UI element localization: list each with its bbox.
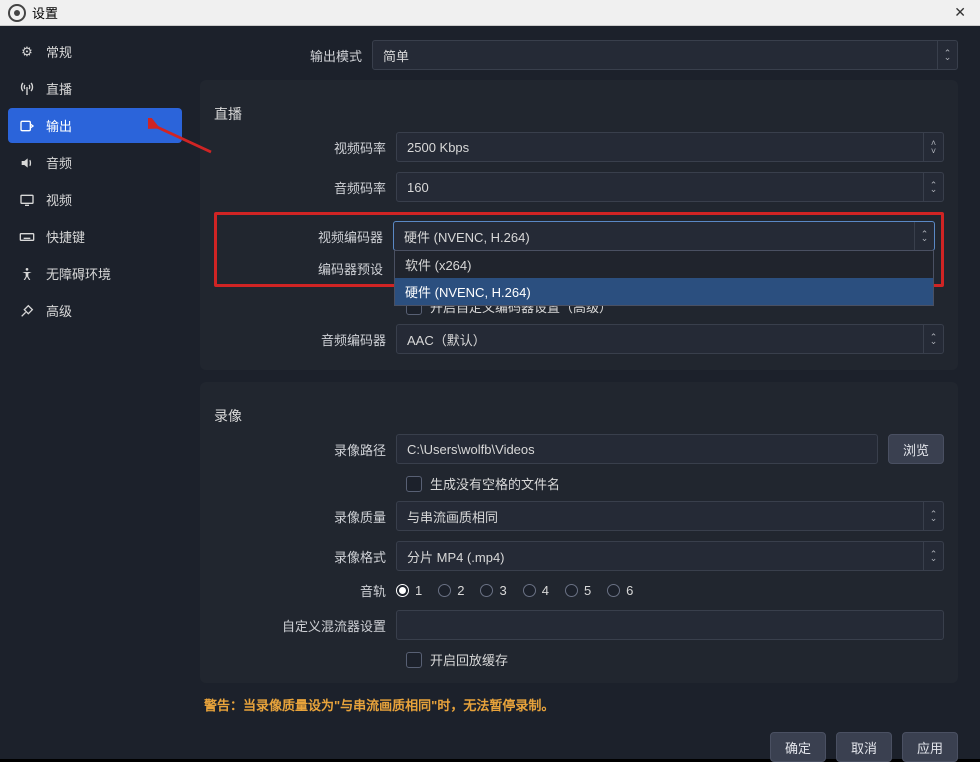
label-encoder-preset: 编码器预设: [223, 259, 393, 278]
apply-button[interactable]: 应用: [902, 732, 958, 762]
sidebar-item-label: 快捷键: [46, 227, 85, 246]
sidebar-item-label: 视频: [46, 190, 72, 209]
combo-audio-bitrate[interactable]: 160: [396, 172, 944, 202]
section-recording: 录像 录像路径 C:\Users\wolfb\Videos 浏览 生成没有空格的…: [200, 382, 958, 683]
ok-button[interactable]: 确定: [770, 732, 826, 762]
sidebar-item-label: 常规: [46, 42, 72, 61]
warning-text: 警告：当录像质量设为"与串流画质相同"时，无法暂停录制。: [204, 695, 958, 714]
label-record-format: 录像格式: [214, 547, 396, 566]
arrow-down-icon[interactable]: ˅: [931, 147, 936, 155]
window-title: 设置: [32, 3, 58, 22]
combo-value: AAC（默认）: [407, 330, 486, 349]
content: 输出模式 简单 直播 视频码率 2500 Kbps ˄˅: [190, 26, 980, 759]
cancel-button[interactable]: 取消: [836, 732, 892, 762]
checkbox-no-space[interactable]: [406, 476, 422, 492]
updown-icon: [923, 502, 943, 530]
radio-label: 1: [415, 583, 422, 598]
combo-value: 160: [407, 180, 429, 195]
label-muxer: 自定义混流器设置: [214, 616, 396, 635]
sidebar-item-output[interactable]: 输出: [8, 108, 182, 143]
browse-button[interactable]: 浏览: [888, 434, 944, 464]
gear-icon: ⚙: [18, 44, 36, 60]
tools-icon: [18, 303, 36, 319]
radio-label: 3: [499, 583, 506, 598]
radio-label: 6: [626, 583, 633, 598]
sidebar-item-hotkeys[interactable]: 快捷键: [8, 219, 182, 254]
dialog-buttons: 确定 取消 应用: [190, 722, 958, 762]
sidebar-item-label: 音频: [46, 153, 72, 172]
combo-video-encoder[interactable]: 硬件 (NVENC, H.264) 软件 (x264) 硬件 (NVENC, H…: [393, 221, 935, 251]
spinner-video-bitrate[interactable]: 2500 Kbps ˄˅: [396, 132, 944, 162]
sidebar-item-label: 无障碍环境: [46, 264, 111, 283]
label-audio-encoder: 音频编码器: [214, 330, 396, 349]
radio-track-1[interactable]: [396, 584, 409, 597]
accessibility-icon: [18, 266, 36, 282]
label-record-quality: 录像质量: [214, 507, 396, 526]
input-record-path[interactable]: C:\Users\wolfb\Videos: [396, 434, 878, 464]
antenna-icon: [18, 81, 36, 97]
label-output-mode: 输出模式: [190, 46, 372, 65]
speaker-icon: [18, 155, 36, 171]
tracks-radio-group: 1 2 3 4 5 6: [396, 583, 633, 598]
dropdown-item-x264[interactable]: 软件 (x264): [395, 251, 933, 278]
sidebar-item-advanced[interactable]: 高级: [8, 293, 182, 328]
combo-audio-encoder[interactable]: AAC（默认）: [396, 324, 944, 354]
radio-track-4[interactable]: [523, 584, 536, 597]
combo-value: 与串流画质相同: [407, 507, 498, 526]
input-value: C:\Users\wolfb\Videos: [407, 442, 535, 457]
monitor-icon: [18, 192, 36, 208]
keyboard-icon: [18, 229, 36, 245]
combo-value: 硬件 (NVENC, H.264): [404, 227, 530, 246]
sidebar-item-general[interactable]: ⚙ 常规: [8, 34, 182, 69]
radio-label: 2: [457, 583, 464, 598]
updown-icon: [923, 173, 943, 201]
sidebar-item-audio[interactable]: 音频: [8, 145, 182, 180]
updown-icon: [937, 41, 957, 69]
checkbox-replay-buffer[interactable]: [406, 652, 422, 668]
sidebar-item-label: 直播: [46, 79, 72, 98]
sidebar-item-label: 输出: [46, 116, 72, 135]
updown-icon: [923, 325, 943, 353]
input-muxer[interactable]: [396, 610, 944, 640]
sidebar-item-video[interactable]: 视频: [8, 182, 182, 217]
spinner-value: 2500 Kbps: [407, 140, 469, 155]
radio-track-3[interactable]: [480, 584, 493, 597]
combo-value: 简单: [383, 46, 409, 65]
radio-track-2[interactable]: [438, 584, 451, 597]
updown-icon: [923, 542, 943, 570]
obs-icon: [8, 4, 26, 22]
combo-record-quality[interactable]: 与串流画质相同: [396, 501, 944, 531]
checkbox-label: 开启回放缓存: [430, 650, 508, 669]
sidebar: ⚙ 常规 直播 输出 音频 视: [0, 26, 190, 759]
close-icon[interactable]: ✕: [948, 4, 972, 21]
label-video-encoder: 视频编码器: [223, 227, 393, 246]
section-streaming: 直播 视频码率 2500 Kbps ˄˅ 音频码率 160: [200, 80, 958, 370]
combo-output-mode[interactable]: 简单: [372, 40, 958, 70]
label-record-path: 录像路径: [214, 440, 396, 459]
sidebar-item-stream[interactable]: 直播: [8, 71, 182, 106]
sidebar-item-label: 高级: [46, 301, 72, 320]
radio-track-6[interactable]: [607, 584, 620, 597]
dropdown-video-encoder: 软件 (x264) 硬件 (NVENC, H.264): [394, 250, 934, 306]
checkbox-label: 生成没有空格的文件名: [430, 474, 560, 493]
titlebar: 设置 ✕: [0, 0, 980, 26]
radio-label: 4: [542, 583, 549, 598]
updown-icon: [914, 222, 934, 250]
radio-label: 5: [584, 583, 591, 598]
label-tracks: 音轨: [214, 581, 396, 600]
combo-value: 分片 MP4 (.mp4): [407, 547, 505, 566]
section-title-streaming: 直播: [214, 92, 944, 132]
label-video-bitrate: 视频码率: [214, 138, 396, 157]
combo-record-format[interactable]: 分片 MP4 (.mp4): [396, 541, 944, 571]
radio-track-5[interactable]: [565, 584, 578, 597]
section-title-recording: 录像: [214, 394, 944, 434]
label-audio-bitrate: 音频码率: [214, 178, 396, 197]
annotation-highlight: 视频编码器 硬件 (NVENC, H.264) 软件 (x264) 硬件 (NV…: [214, 212, 944, 287]
sidebar-item-accessibility[interactable]: 无障碍环境: [8, 256, 182, 291]
output-icon: [18, 118, 36, 134]
dropdown-item-nvenc[interactable]: 硬件 (NVENC, H.264): [395, 278, 933, 305]
